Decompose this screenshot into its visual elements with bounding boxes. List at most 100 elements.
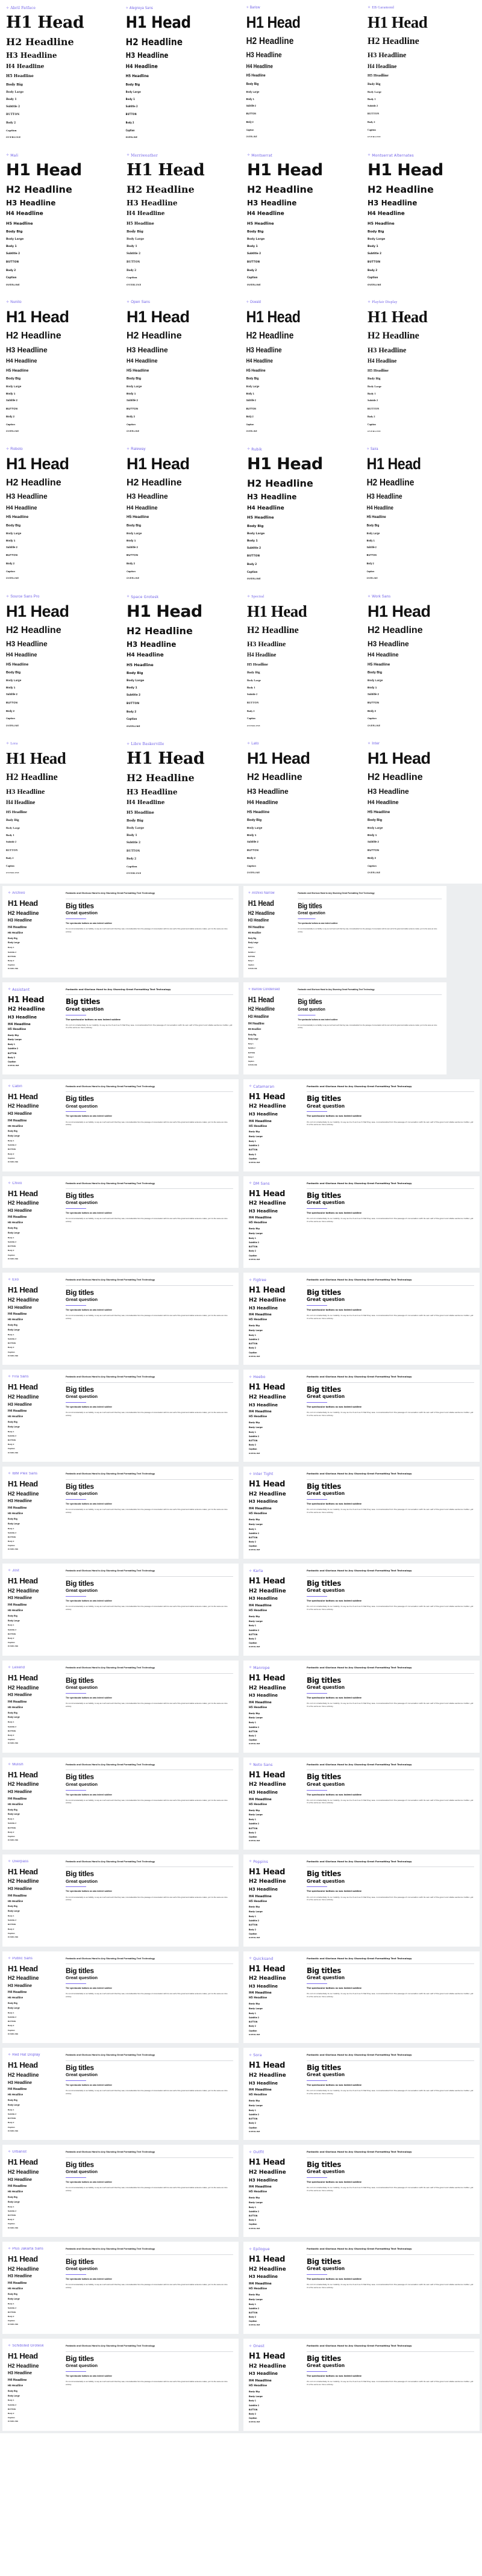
sample-button[interactable]: BUTTON <box>127 260 236 264</box>
sample-button[interactable]: BUTTON <box>8 1439 61 1441</box>
font-name-label[interactable]: ✧ Merriweather <box>127 154 236 158</box>
sample-button[interactable]: BUTTON <box>249 2312 302 2314</box>
sample-button[interactable]: BUTTON <box>367 554 462 557</box>
sample-button[interactable]: BUTTON <box>8 1342 61 1344</box>
sample-button[interactable]: BUTTON <box>6 701 116 705</box>
font-name-label[interactable]: ✧ Plus Jakarta Sans <box>8 2247 61 2251</box>
font-name-label[interactable]: ✧ Exo <box>8 1278 61 1282</box>
sample-button[interactable]: BUTTON <box>6 113 116 116</box>
sample-button[interactable]: BUTTON <box>249 1343 302 1345</box>
font-name-label[interactable]: ✧ Fira Sans <box>8 1375 61 1379</box>
font-name-label[interactable]: ✧ Epilogue <box>249 2247 302 2251</box>
font-name-label[interactable]: ✧ Lexend <box>8 1666 61 1670</box>
font-name-label[interactable]: ✧ Outfit <box>249 2150 302 2154</box>
font-name-label[interactable]: ✧ Quicksand <box>249 1957 302 1961</box>
font-name-label[interactable]: ✧ Sora <box>249 2053 302 2057</box>
font-name-label[interactable]: ✧ Roboto <box>6 448 116 451</box>
font-name-label[interactable]: ✧ Barlow Condensed <box>248 988 294 991</box>
sample-button[interactable]: BUTTON <box>8 2117 61 2119</box>
sample-button[interactable]: BUTTON <box>8 2020 61 2022</box>
font-name-label[interactable]: ✧ Libre Baskerville <box>127 742 236 746</box>
sample-button[interactable]: BUTTON <box>8 1148 61 1150</box>
font-name-label[interactable]: ✧ Inter Tight <box>249 1472 302 1476</box>
font-name-label[interactable]: ✧ Raleway <box>127 448 236 451</box>
font-name-label[interactable]: ✧ Jost <box>8 1569 61 1573</box>
sample-button[interactable]: BUTTON <box>249 2409 302 2411</box>
sample-button[interactable]: BUTTON <box>249 1439 302 1442</box>
font-name-label[interactable]: ✧ Lora <box>6 742 116 746</box>
font-name-label[interactable]: ✧ Space Grotesk <box>127 595 236 599</box>
sample-button[interactable]: BUTTON <box>127 407 236 411</box>
sample-button[interactable]: BUTTON <box>368 701 477 705</box>
font-name-label[interactable]: ✧ Nunito <box>6 301 116 304</box>
sample-button[interactable]: BUTTON <box>249 1246 302 1248</box>
font-name-label[interactable]: ✧ Catamaran <box>249 1085 302 1089</box>
font-name-label[interactable]: ✧ Heebo <box>249 1375 302 1379</box>
sample-button[interactable]: BUTTON <box>368 113 477 116</box>
font-name-label[interactable]: ✧ Spectral <box>247 595 357 599</box>
font-name-label[interactable]: ✧ Noto Sans <box>249 1763 302 1767</box>
font-name-label[interactable]: ✧ Urbanist <box>8 2150 61 2154</box>
sample-button[interactable]: BUTTON <box>248 955 294 958</box>
sample-button[interactable]: BUTTON <box>6 554 116 557</box>
font-name-label[interactable]: ✧ Public Sans <box>8 1957 61 1960</box>
sample-button[interactable]: BUTTON <box>246 113 341 116</box>
font-name-label[interactable]: ✧ Poppins <box>249 1860 302 1864</box>
font-name-label[interactable]: ✧ Manrope <box>249 1666 302 1670</box>
font-name-label[interactable]: ✧ Inter <box>368 742 477 746</box>
font-name-label[interactable]: ✧ Assistant <box>8 988 61 992</box>
font-name-label[interactable]: ✧ Onest <box>249 2344 302 2348</box>
sample-button[interactable]: BUTTON <box>8 2311 61 2313</box>
sample-button[interactable]: BUTTON <box>249 2118 302 2120</box>
sample-button[interactable]: BUTTON <box>247 555 357 558</box>
font-name-label[interactable]: ✧ Barlow <box>246 6 341 10</box>
font-name-label[interactable]: ✧ Karla <box>249 1569 302 1573</box>
sample-button[interactable]: BUTTON <box>249 1924 302 1926</box>
sample-button[interactable]: BUTTON <box>249 1633 302 1636</box>
sample-button[interactable]: BUTTON <box>127 554 236 557</box>
sample-button[interactable]: BUTTON <box>126 113 221 116</box>
font-name-label[interactable]: ✧ Chivo <box>8 1182 61 1185</box>
sample-button[interactable]: BUTTON <box>247 849 357 852</box>
sample-button[interactable]: BUTTON <box>249 1827 302 1830</box>
font-name-label[interactable]: ✧ Schibsted Grotesk <box>8 2344 61 2348</box>
font-name-label[interactable]: ✧ Mulish <box>8 1763 61 1767</box>
font-name-label[interactable]: ✧ EB Garamond <box>368 6 477 10</box>
sample-button[interactable]: BUTTON <box>8 1923 61 1926</box>
font-name-label[interactable]: ✧ Red Hat Display <box>8 2053 61 2057</box>
sample-button[interactable]: BUTTON <box>368 407 477 411</box>
font-name-label[interactable]: ✧ Montserrat Alternates <box>368 154 477 158</box>
sample-button[interactable]: BUTTON <box>127 849 236 853</box>
sample-button[interactable]: BUTTON <box>6 849 116 852</box>
font-name-label[interactable]: ✧ Rubik <box>247 448 357 452</box>
sample-button[interactable]: BUTTON <box>6 260 116 264</box>
sample-button[interactable]: BUTTON <box>8 1245 61 1247</box>
sample-button[interactable]: BUTTON <box>248 1052 294 1054</box>
sample-button[interactable]: BUTTON <box>8 1730 61 1732</box>
sample-button[interactable]: BUTTON <box>249 2021 302 2023</box>
sample-button[interactable]: BUTTON <box>368 260 477 264</box>
sample-button[interactable]: BUTTON <box>8 2214 61 2216</box>
font-name-label[interactable]: ✧ Open Sans <box>127 301 236 304</box>
sample-button[interactable]: BUTTON <box>8 1052 61 1055</box>
font-name-label[interactable]: ✧ Mali <box>6 154 116 158</box>
font-name-label[interactable]: ✧ Cabin <box>8 1085 61 1088</box>
sample-button[interactable]: BUTTON <box>8 1536 61 1538</box>
sample-button[interactable]: BUTTON <box>249 1149 302 1151</box>
font-name-label[interactable]: ✧ Oswald <box>246 301 341 304</box>
font-name-label[interactable]: ✧ Saira <box>367 448 462 451</box>
sample-button[interactable]: BUTTON <box>249 2215 302 2217</box>
font-name-label[interactable]: ✧ Playfair Display <box>368 301 477 304</box>
font-name-label[interactable]: ✧ Montserrat <box>247 154 357 158</box>
sample-button[interactable]: BUTTON <box>246 407 341 411</box>
sample-button[interactable]: BUTTON <box>8 2408 61 2410</box>
font-name-label[interactable]: ✧ IBM Plex Sans <box>8 1472 61 1476</box>
font-name-label[interactable]: ✧ Source Sans Pro <box>6 595 116 599</box>
sample-button[interactable]: BUTTON <box>368 849 477 852</box>
font-name-label[interactable]: ✧ Figtree <box>249 1278 302 1282</box>
sample-button[interactable]: BUTTON <box>8 1633 61 1635</box>
sample-button[interactable]: BUTTON <box>247 260 357 264</box>
font-name-label[interactable]: ✧ Overpass <box>8 1860 61 1863</box>
sample-button[interactable]: BUTTON <box>249 1536 302 1539</box>
sample-button[interactable]: BUTTON <box>249 1730 302 1733</box>
